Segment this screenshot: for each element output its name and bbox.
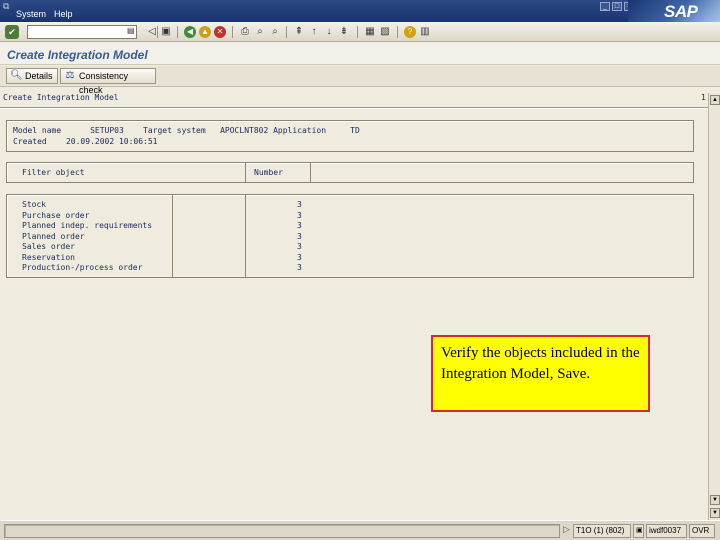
callout-text: Verify the objects included in the Integ… xyxy=(441,345,640,382)
row-object: Production-/process order xyxy=(22,263,143,272)
column-divider xyxy=(245,162,246,183)
row-object: Reservation xyxy=(22,252,75,262)
toolbar-separator xyxy=(397,26,398,38)
scroll-up-icon[interactable]: ▲ xyxy=(710,95,720,105)
row-number: 3 xyxy=(297,210,302,220)
details-icon: 🔍︎ xyxy=(10,70,23,81)
row-number: 3 xyxy=(297,221,302,230)
toolbar-separator xyxy=(157,26,158,38)
row-number: 3 xyxy=(297,263,302,272)
status-expand-icon[interactable]: ▷ xyxy=(563,524,570,535)
column-divider xyxy=(245,194,246,278)
column-divider xyxy=(172,194,173,278)
model-header-line1: Model name SETUP03 Target system APOCLNT… xyxy=(13,126,360,135)
find-next-icon[interactable]: ⌕ xyxy=(269,26,281,38)
back-icon[interactable]: ◀ xyxy=(184,26,196,38)
vertical-scrollbar[interactable]: ▲ ▼ ▼ xyxy=(708,93,720,521)
find-icon[interactable]: ⌕ xyxy=(254,26,266,38)
row-object: Purchase order xyxy=(22,210,90,220)
application-toolbar: 🔍︎ Details ⚖ Consistency check xyxy=(0,66,720,95)
details-button[interactable]: 🔍︎ Details xyxy=(6,68,58,84)
column-header-filter-object: Filter object xyxy=(22,168,85,177)
status-system: T1O (1) (802) xyxy=(573,524,631,538)
sap-logo-text: SAP xyxy=(664,2,698,21)
last-page-icon[interactable]: ⇟ xyxy=(338,26,350,38)
menu-help[interactable]: Help xyxy=(54,9,73,19)
toolbar-separator xyxy=(357,26,358,38)
column-divider xyxy=(310,162,311,183)
consistency-check-button[interactable]: ⚖ Consistency check xyxy=(60,68,156,95)
consistency-check-icon: ⚖ xyxy=(65,70,75,81)
column-header-box xyxy=(6,162,694,183)
row-number: 3 xyxy=(297,231,302,241)
screen-title-bar: Create Integration Model xyxy=(0,43,720,65)
toolbar-separator xyxy=(177,26,178,38)
row-number: 3 xyxy=(297,200,302,209)
enter-icon[interactable]: ✔ xyxy=(5,25,19,39)
toolbar-separator xyxy=(286,26,287,38)
row-number: 3 xyxy=(297,242,302,251)
menu-bar: ⧉ System Help _ □ × xyxy=(0,0,720,22)
row-object: Planned order xyxy=(22,231,85,241)
status-insert-mode[interactable]: OVR xyxy=(689,524,715,538)
maximize-icon[interactable]: □ xyxy=(612,2,622,11)
help-icon[interactable]: ? xyxy=(404,26,416,38)
consistency-check-button-label: Consistency check xyxy=(79,71,129,95)
report-heading-divider xyxy=(0,107,708,109)
column-header-number: Number xyxy=(254,168,283,177)
instruction-callout: Verify the objects included in the Integ… xyxy=(431,335,650,412)
shortcut-icon[interactable]: ▧ xyxy=(379,26,391,38)
report-page-number: 1 xyxy=(701,93,706,102)
layout-menu-icon[interactable]: ▥ xyxy=(419,26,431,38)
exit-icon[interactable]: ▲ xyxy=(199,26,211,38)
row-number: 3 xyxy=(297,252,302,262)
create-session-icon[interactable]: ▦ xyxy=(364,26,376,38)
minimize-icon[interactable]: _ xyxy=(600,2,610,11)
previous-page-icon[interactable]: ↑ xyxy=(308,26,320,38)
status-server: iwdf0037 xyxy=(646,524,687,538)
save-icon[interactable]: ▣ xyxy=(160,26,172,38)
command-field[interactable] xyxy=(27,25,137,39)
row-object: Planned indep. requirements xyxy=(22,221,153,230)
cancel-icon[interactable]: ✕ xyxy=(214,26,226,38)
report-title: Create Integration Model xyxy=(3,93,119,102)
row-object: Sales order xyxy=(22,242,75,251)
model-header-line2: Created 20.09.2002 10:06:51 xyxy=(13,137,158,146)
scroll-down-icon[interactable]: ▼ xyxy=(710,508,720,518)
first-page-icon[interactable]: ⇞ xyxy=(293,26,305,38)
status-bar: ▷ T1O (1) (802) ▣ iwdf0037 OVR xyxy=(0,520,720,540)
details-button-label: Details xyxy=(25,71,53,81)
toolbar-separator xyxy=(232,26,233,38)
system-menu-icon[interactable]: ⧉ xyxy=(3,1,9,12)
command-history-icon[interactable]: ▤ xyxy=(127,26,135,35)
menu-system[interactable]: System xyxy=(16,9,46,19)
next-page-icon[interactable]: ↓ xyxy=(323,26,335,38)
model-header-box xyxy=(6,120,694,152)
print-icon[interactable]: ⎙ xyxy=(239,26,251,38)
row-object: Stock xyxy=(22,200,47,209)
standard-toolbar: ✔ ▤ ◁ ▣ ◀ ▲ ✕ ⎙ ⌕ ⌕ ⇞ ↑ ↓ ⇟ ▦ ▧ ? ▥ xyxy=(0,22,720,42)
scroll-down-icon[interactable]: ▼ xyxy=(710,495,720,505)
status-session-icon[interactable]: ▣ xyxy=(633,524,644,538)
page-title: Create Integration Model xyxy=(7,48,148,62)
status-message-field xyxy=(4,524,560,538)
